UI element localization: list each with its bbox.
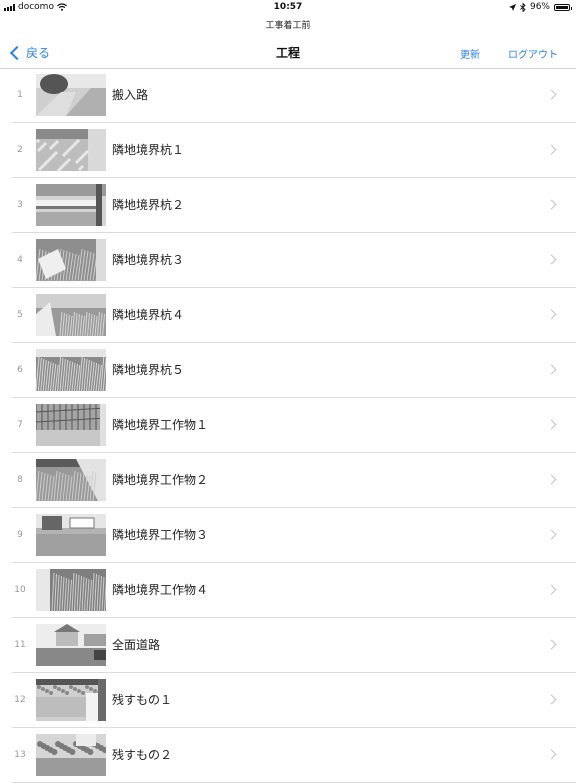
- list-item[interactable]: 13 残すもの２: [0, 728, 576, 783]
- chevron-right-icon: [547, 255, 557, 265]
- row-number: 10: [8, 563, 32, 618]
- photo-thumbnail: [36, 294, 106, 336]
- row-label: 隣地境界杭１: [112, 123, 184, 178]
- chevron-right-icon: [547, 695, 557, 705]
- chevron-right-icon: [547, 90, 557, 100]
- row-label: 隣地境界杭４: [112, 288, 184, 343]
- list-item[interactable]: 2 隣地境界杭１: [0, 123, 576, 178]
- row-label: 隣地境界工作物３: [112, 508, 208, 563]
- list-item[interactable]: 5 隣地境界杭４: [0, 288, 576, 343]
- row-label: 残すもの２: [112, 728, 172, 783]
- photo-thumbnail: [36, 129, 106, 171]
- row-label: 隣地境界杭２: [112, 178, 184, 233]
- row-number: 4: [8, 233, 32, 288]
- battery-icon: [554, 4, 570, 11]
- row-label: 隣地境界杭５: [112, 343, 184, 398]
- photo-thumbnail: [36, 459, 106, 501]
- row-number: 1: [8, 68, 32, 123]
- chevron-right-icon: [547, 310, 557, 320]
- list-item[interactable]: 8 隣地境界工作物２: [0, 453, 576, 508]
- list-item[interactable]: 9 隣地境界工作物３: [0, 508, 576, 563]
- photo-thumbnail: [36, 404, 106, 446]
- row-label: 搬入路: [112, 68, 148, 123]
- photo-thumbnail: [36, 624, 106, 666]
- chevron-right-icon: [547, 145, 557, 155]
- screen-subtitle: 工事着工前: [0, 18, 576, 31]
- photo-thumbnail: [36, 734, 106, 776]
- row-number: 8: [8, 453, 32, 508]
- row-label: 隣地境界工作物２: [112, 453, 208, 508]
- chevron-right-icon: [547, 530, 557, 540]
- row-number: 3: [8, 178, 32, 233]
- photo-thumbnail: [36, 184, 106, 226]
- logout-button[interactable]: ログアウト: [508, 46, 558, 61]
- list-item[interactable]: 1 搬入路: [0, 68, 576, 123]
- row-number: 12: [8, 673, 32, 728]
- chevron-right-icon: [547, 585, 557, 595]
- row-number: 7: [8, 398, 32, 453]
- row-number: 5: [8, 288, 32, 343]
- location-arrow-icon: [509, 4, 516, 11]
- photo-thumbnail: [36, 569, 106, 611]
- navigation-bar: 戻る 工程 更新 ログアウト: [0, 36, 576, 69]
- photo-thumbnail: [36, 349, 106, 391]
- row-number: 2: [8, 123, 32, 178]
- update-button[interactable]: 更新: [460, 46, 480, 61]
- photo-thumbnail: [36, 514, 106, 556]
- chevron-right-icon: [547, 365, 557, 375]
- row-number: 6: [8, 343, 32, 398]
- list-item[interactable]: 11 全面道路: [0, 618, 576, 673]
- photo-thumbnail: [36, 74, 106, 116]
- chevron-right-icon: [547, 420, 557, 430]
- row-number: 13: [8, 728, 32, 783]
- chevron-right-icon: [547, 750, 557, 760]
- row-label: 隣地境界工作物１: [112, 398, 208, 453]
- row-label: 隣地境界杭３: [112, 233, 184, 288]
- row-number: 11: [8, 618, 32, 673]
- list-item[interactable]: 12 残すもの１: [0, 673, 576, 728]
- status-bar: docomo 10:57 96%: [0, 0, 576, 14]
- photo-thumbnail: [36, 239, 106, 281]
- bluetooth-icon: [520, 3, 526, 12]
- battery-fill: [556, 6, 568, 9]
- photo-thumbnail: [36, 679, 106, 721]
- chevron-right-icon: [547, 640, 557, 650]
- status-time: 10:57: [0, 0, 576, 14]
- process-list: 1搬入路2隣地境界杭１3隣地境界杭２4隣地境界杭３5隣地境界杭４6隣地境界杭５7…: [0, 68, 576, 783]
- row-number: 9: [8, 508, 32, 563]
- list-item[interactable]: 4 隣地境界杭３: [0, 233, 576, 288]
- chevron-right-icon: [547, 475, 557, 485]
- row-label: 残すもの１: [112, 673, 172, 728]
- page-title: 工程: [0, 44, 576, 61]
- list-item[interactable]: 7 隣地境界工作物１: [0, 398, 576, 453]
- row-label: 全面道路: [112, 618, 160, 673]
- status-right: 96%: [509, 0, 570, 14]
- list-item[interactable]: 3 隣地境界杭２: [0, 178, 576, 233]
- row-label: 隣地境界工作物４: [112, 563, 208, 618]
- chevron-right-icon: [547, 200, 557, 210]
- list-item[interactable]: 6 隣地境界杭５: [0, 343, 576, 398]
- battery-percent: 96%: [530, 0, 550, 14]
- list-item[interactable]: 10 隣地境界工作物４: [0, 563, 576, 618]
